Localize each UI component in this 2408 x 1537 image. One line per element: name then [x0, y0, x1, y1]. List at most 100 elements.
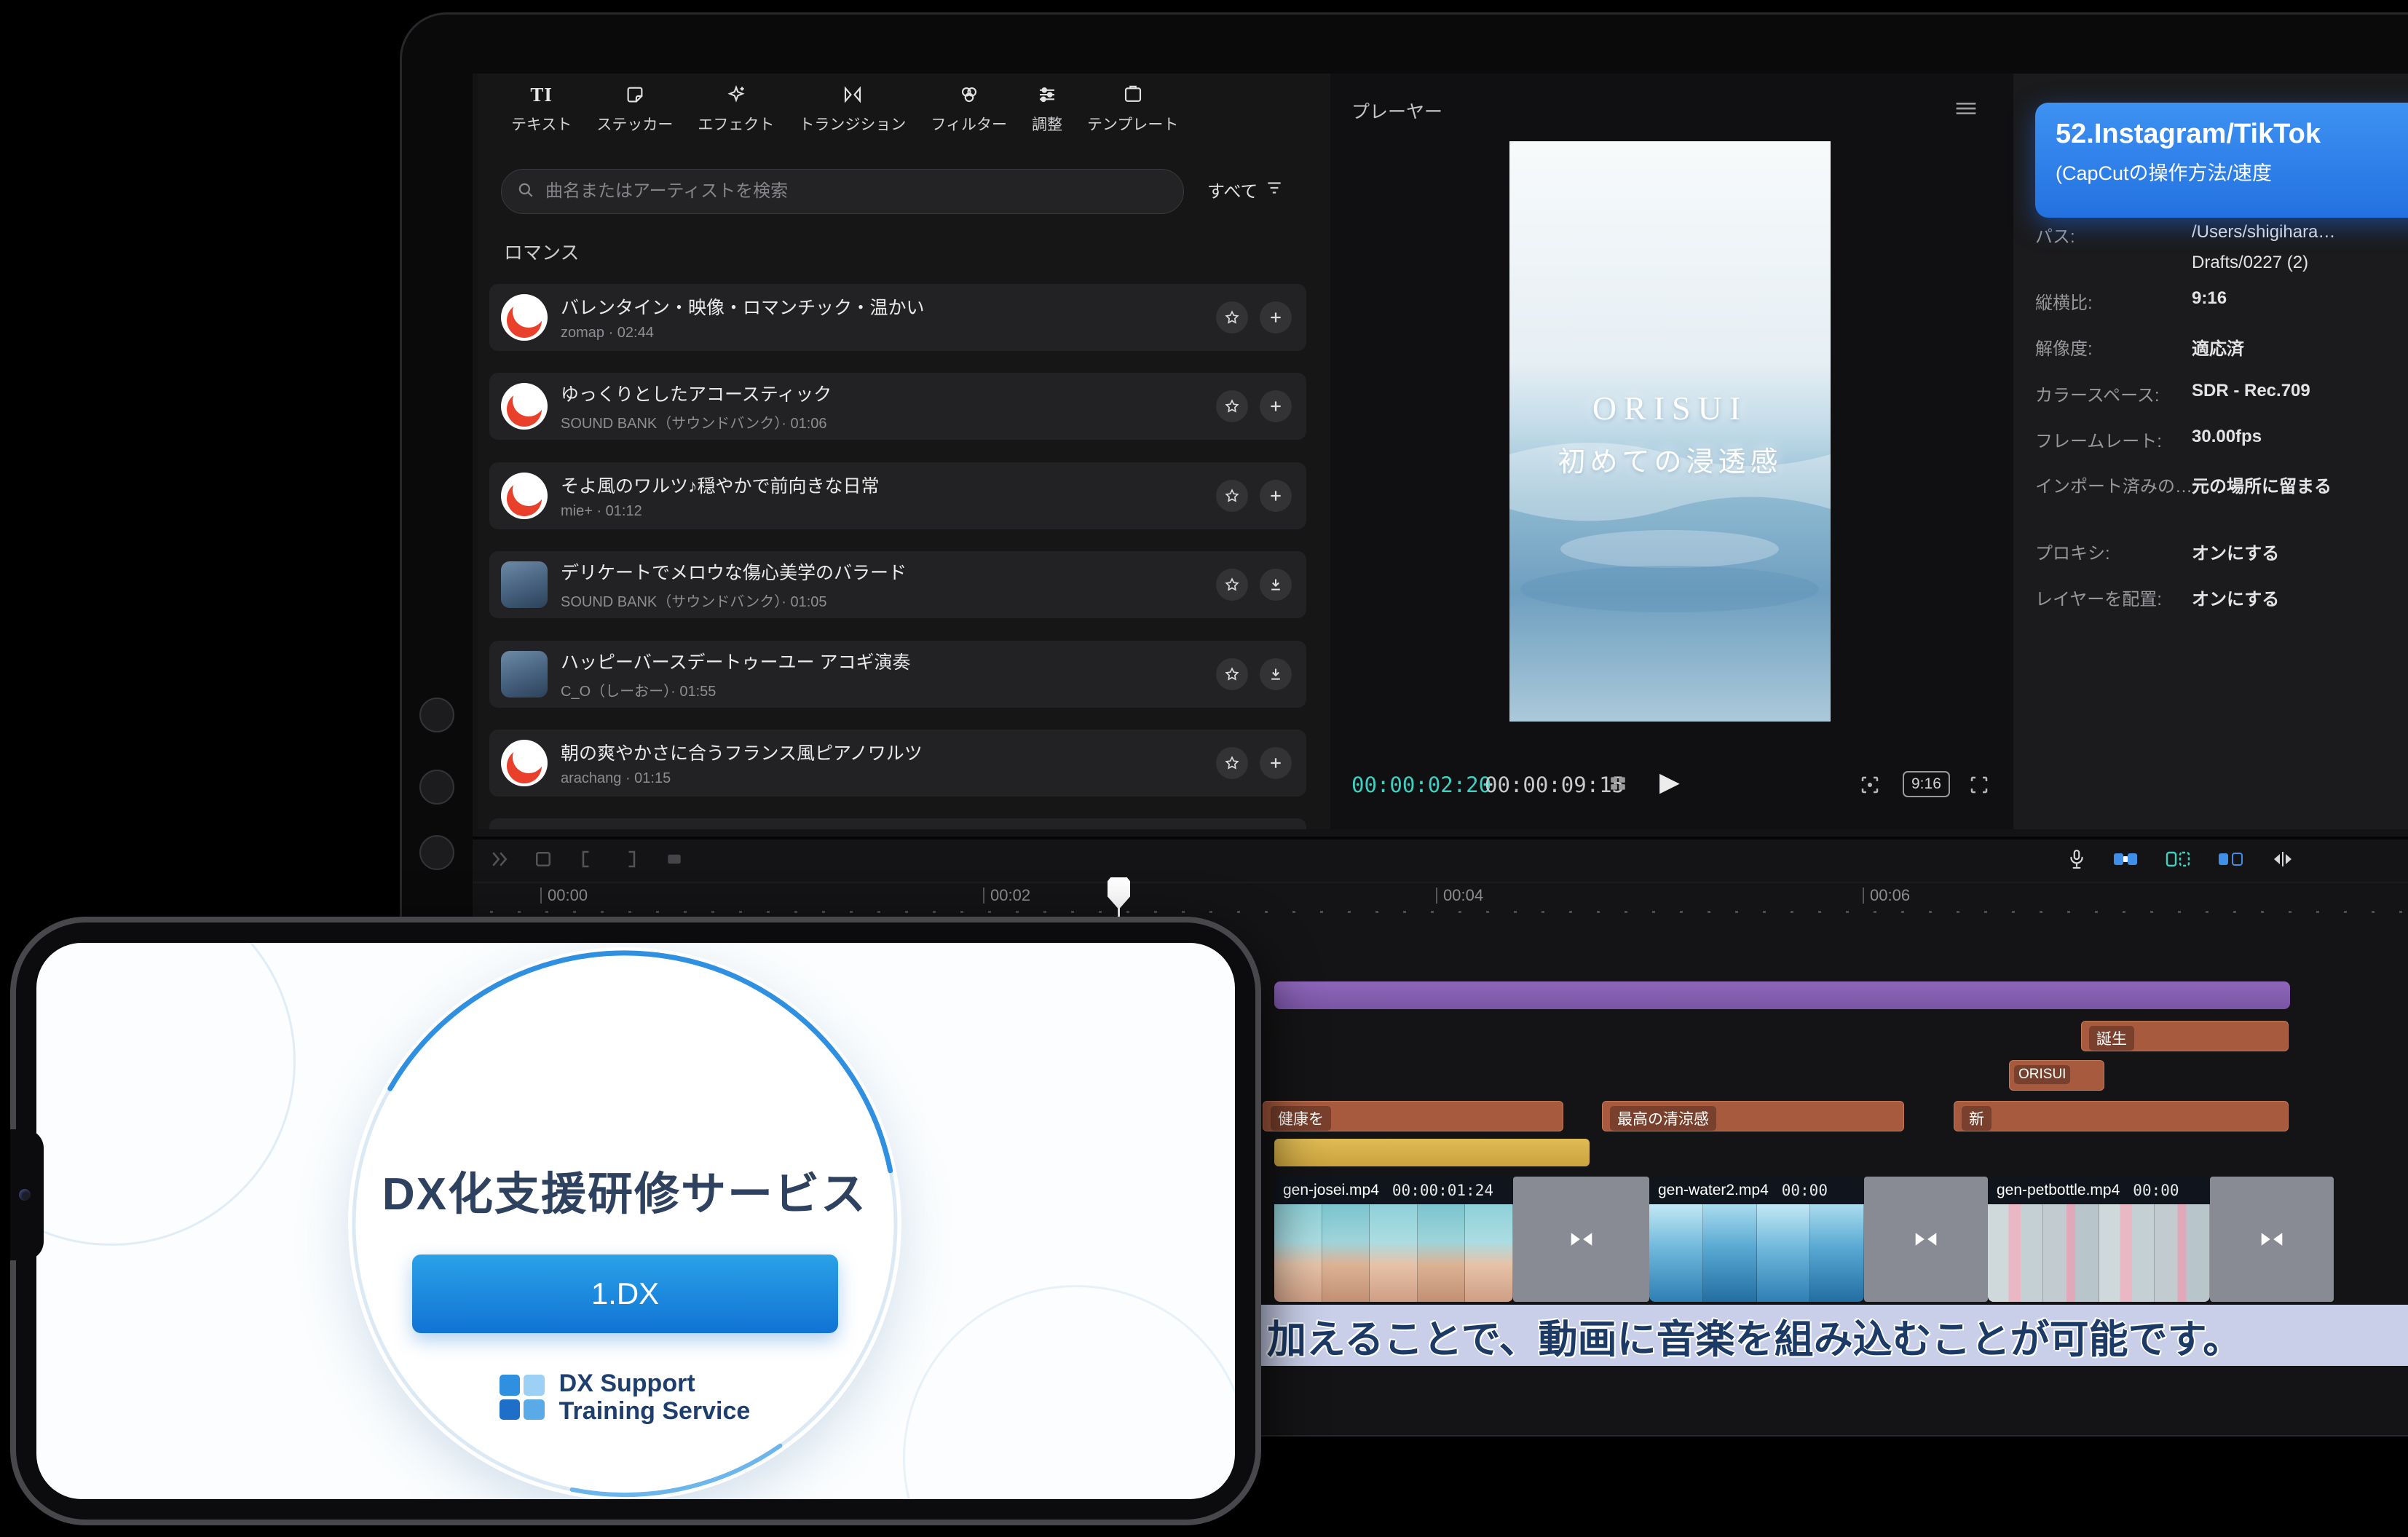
album-art	[501, 383, 548, 430]
music-list-item[interactable]: デリケートでメロウな傷心美学のバラード SOUND BANK（サウンドバンク）·…	[489, 551, 1306, 618]
track-title: ハッピーバースデートゥーユー アコギ演奏	[561, 648, 910, 674]
track-meta: C_O（しーおー）· 01:55	[561, 679, 910, 700]
player-menu-icon[interactable]	[1954, 100, 1978, 121]
ruler-ticks[interactable]	[490, 911, 2408, 913]
effect-icon	[725, 82, 747, 107]
auto-split-icon[interactable]	[2165, 850, 2191, 872]
text-clip[interactable]: ORISUI	[2009, 1060, 2104, 1091]
video-clip[interactable]: gen-petbottle.mp4 00:00	[1988, 1177, 2210, 1302]
record-voiceover-icon[interactable]	[2067, 848, 2086, 874]
info-value[interactable]: オンにする	[2192, 585, 2279, 610]
select-tool-icon[interactable]	[532, 848, 554, 874]
track-audio-yellow[interactable]	[1274, 1139, 1590, 1166]
media-panel: TI テキスト ステッカー エフェクト トランジション	[478, 74, 1333, 829]
favorite-icon[interactable]	[1216, 747, 1248, 779]
info-value[interactable]: オンにする	[2192, 539, 2279, 564]
favorite-icon[interactable]	[1216, 658, 1248, 690]
tab-sticker[interactable]: ステッカー	[596, 82, 673, 135]
chapter-button[interactable]: 1.DX	[412, 1255, 838, 1333]
overwrite-insert-icon[interactable]	[2112, 850, 2139, 872]
bracket-out-icon[interactable]	[620, 848, 642, 874]
tab-text[interactable]: TI テキスト	[511, 82, 572, 135]
tab-effect[interactable]: エフェクト	[698, 82, 774, 135]
text-clip-label: 新	[1962, 1106, 1991, 1131]
bezel-button-2[interactable]	[419, 770, 454, 805]
sticker-icon	[624, 82, 646, 107]
download-icon[interactable]	[1260, 569, 1292, 601]
video-clip[interactable]: gen-water2.mp4 00:00	[1649, 1177, 1864, 1302]
tab-filter[interactable]: フィルター	[931, 82, 1007, 135]
transition-bowtie-icon	[1569, 1231, 1594, 1247]
music-list-item[interactable]: ハッピーバースデートゥーユー アコギ演奏 C_O（しーおー）· 01:55	[489, 641, 1306, 708]
track-meta: arachang · 01:15	[561, 770, 923, 787]
playhead-handle[interactable]	[1108, 877, 1130, 909]
search-input[interactable]	[544, 181, 1169, 202]
text-clip[interactable]: 誕生	[2081, 1021, 2289, 1051]
filmstrip	[1649, 1204, 1864, 1302]
bezel-button-3[interactable]	[419, 835, 454, 870]
phone-camera	[19, 1189, 31, 1201]
music-list-item-partial[interactable]	[489, 818, 1306, 829]
tab-adjust[interactable]: 調整	[1032, 82, 1062, 135]
favorite-icon[interactable]	[1216, 301, 1248, 333]
tab-transition[interactable]: トランジション	[799, 82, 906, 135]
trim-handles-icon[interactable]	[2270, 850, 2296, 872]
text-clip[interactable]: 新	[1954, 1101, 2289, 1131]
info-label: フレームレート:	[2035, 427, 2162, 452]
player-panel: プレーヤー ORISUI 初めての浸透感	[1330, 74, 2016, 829]
track-meta: mie+ · 01:12	[561, 503, 880, 520]
subtitle-track[interactable]: 加えることで、動画に音楽を組み込むことが可能です。	[1260, 1305, 2408, 1366]
tab-template[interactable]: テンプレート	[1087, 82, 1178, 135]
aspect-ratio-badge[interactable]: 9:16	[1903, 771, 1950, 797]
mask-tool-icon[interactable]	[663, 848, 685, 874]
info-label: レイヤーを配置:	[2035, 585, 2162, 610]
music-list-item[interactable]: そよ風のワルツ♪穏やかで前向きな日常 mie+ · 01:12	[489, 462, 1306, 529]
favorite-icon[interactable]	[1216, 480, 1248, 512]
collapse-tracks-icon[interactable]	[489, 848, 510, 874]
video-caption-line1: ORISUI	[1592, 389, 1748, 427]
text-clip[interactable]: 最高の清涼感	[1602, 1101, 1904, 1131]
layout-grid-icon[interactable]	[1608, 774, 1627, 797]
filmstrip	[1274, 1204, 1513, 1302]
tab-label: 調整	[1032, 113, 1062, 135]
info-value: Drafts/0227 (2)	[2192, 253, 2308, 273]
transition-zone[interactable]	[1864, 1177, 1988, 1302]
text-clip[interactable]: 健康を	[1263, 1101, 1563, 1131]
fullscreen-icon[interactable]	[1968, 774, 1990, 799]
brand-logo: DX Support Training Service	[348, 1370, 901, 1425]
add-icon[interactable]	[1260, 390, 1292, 422]
track-overlay-purple[interactable]	[1274, 981, 2290, 1009]
clip-filename: gen-petbottle.mp4	[1997, 1182, 2120, 1199]
logo-mark-icon	[500, 1375, 545, 1420]
bracket-in-icon[interactable]	[576, 848, 598, 874]
text-clip-label: ORISUI	[2014, 1065, 2070, 1084]
add-icon[interactable]	[1260, 301, 1292, 333]
video-preview[interactable]: ORISUI 初めての浸透感	[1509, 141, 1831, 722]
music-list-item[interactable]: ゆっくりとしたアコースティック SOUND BANK（サウンドバンク）· 01:…	[489, 373, 1306, 440]
tab-label: ステッカー	[596, 113, 673, 135]
subtitle-text: 加えることで、動画に音楽を組み込むことが可能です。	[1267, 1307, 2242, 1364]
sort-filter-icon	[1265, 178, 1284, 201]
music-section-title: ロマンス	[504, 238, 579, 265]
focus-icon[interactable]	[1859, 774, 1881, 799]
add-icon[interactable]	[1260, 747, 1292, 779]
text-icon: TI	[530, 82, 553, 107]
notification-toast[interactable]: 52.Instagram/TikTok (CapCutの操作方法/速度	[2035, 103, 2408, 218]
play-button[interactable]: ▶	[1659, 767, 1680, 797]
text-clip-label: 健康を	[1271, 1106, 1331, 1131]
replace-clip-icon[interactable]	[2217, 850, 2243, 872]
favorite-icon[interactable]	[1216, 390, 1248, 422]
add-icon[interactable]	[1260, 480, 1292, 512]
filter-all-button[interactable]: すべて	[1207, 177, 1284, 202]
decor-circle	[36, 943, 296, 1246]
bezel-button-1[interactable]	[419, 698, 454, 732]
music-list-item[interactable]: 朝の爽やかさに合うフランス風ピアノワルツ arachang · 01:15	[489, 730, 1306, 797]
info-label: プロキシ:	[2035, 539, 2110, 564]
clip-filename: gen-josei.mp4	[1283, 1182, 1379, 1199]
transition-zone[interactable]	[1513, 1177, 1649, 1302]
music-list-item[interactable]: バレンタイン・映像・ロマンチック・温かい zomap · 02:44	[489, 284, 1306, 351]
video-clip[interactable]: gen-josei.mp4 00:00:01:24	[1274, 1177, 1513, 1302]
favorite-icon[interactable]	[1216, 569, 1248, 601]
transition-zone[interactable]	[2210, 1177, 2334, 1302]
download-icon[interactable]	[1260, 658, 1292, 690]
